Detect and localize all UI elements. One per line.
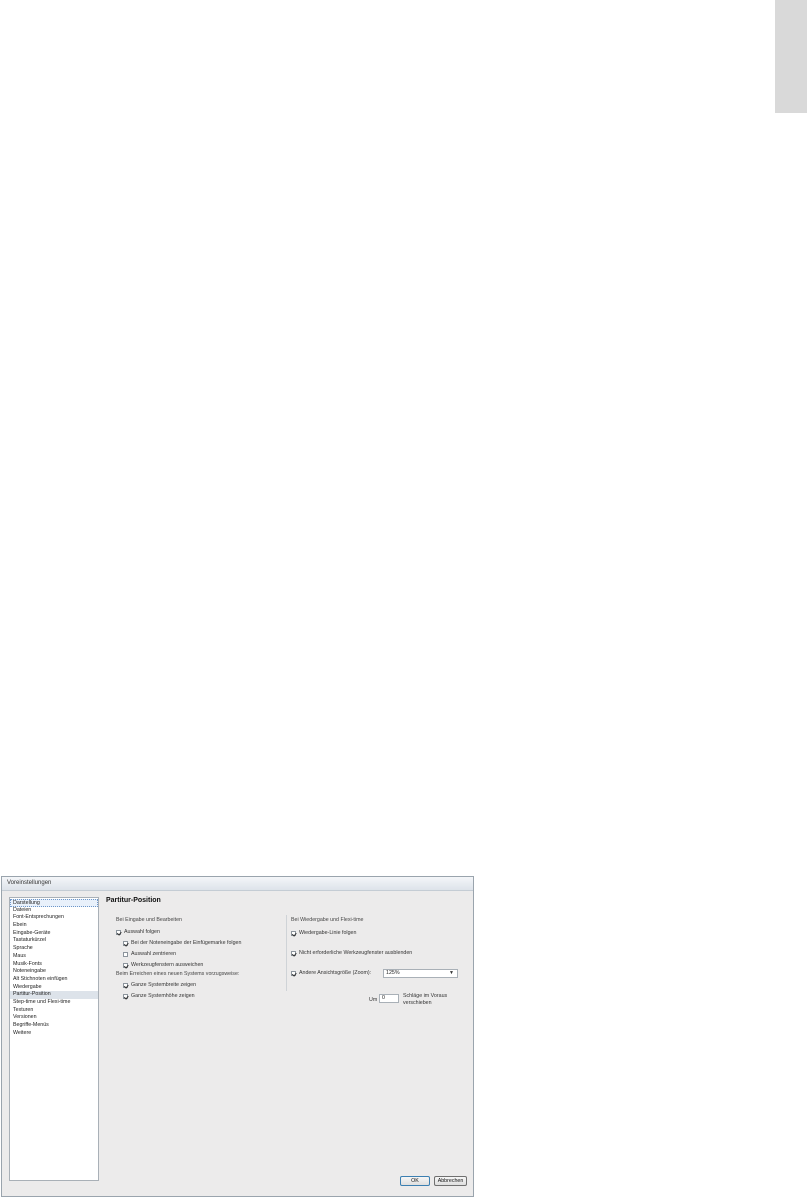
category-item[interactable]: Dateien (10, 907, 98, 915)
follow-selection-option[interactable]: Auswahl folgen (116, 929, 160, 935)
avoid-toolwindows-checkbox[interactable] (123, 962, 128, 968)
category-item[interactable]: Begriffe-Menüs (10, 1022, 98, 1030)
show-system-height-option[interactable]: Ganze Systemhöhe zeigen (123, 993, 195, 999)
chevron-down-icon[interactable]: ▼ (449, 970, 454, 977)
zoom-dropdown[interactable]: 125% ▼ (383, 969, 458, 978)
section-title-editing: Bei Eingabe und Bearbeiten (116, 917, 182, 923)
category-item[interactable]: Partitur-Position (10, 991, 98, 999)
category-item[interactable]: Weitere (10, 1030, 98, 1038)
category-item[interactable]: Tastaturkürzel (10, 937, 98, 945)
follow-caret-checkbox[interactable] (123, 940, 128, 946)
follow-selection-checkbox[interactable] (116, 929, 121, 935)
category-item[interactable]: Sprache (10, 945, 98, 953)
follow-caret-option[interactable]: Bei der Noteneingabe der Einfügemarke fo… (123, 940, 241, 946)
category-list[interactable]: Darstellung Dateien Font-Entsprechungen Ebe… (9, 897, 99, 1181)
follow-caret-label: Bei der Noteneingabe der Einfügemarke fo… (131, 940, 242, 946)
ok-button[interactable]: OK (400, 1176, 430, 1186)
section-divider (286, 915, 287, 991)
follow-selection-label: Auswahl folgen (124, 929, 160, 935)
page-title: Partitur-Position (106, 897, 161, 904)
show-system-width-label: Ganze Systembreite zeigen (131, 982, 197, 988)
hide-toolwindows-option[interactable]: Nicht erforderliche Werkzeugfenster ausb… (291, 950, 412, 956)
change-zoom-label: Andere Ansichtsgröße (Zoom): (299, 970, 372, 976)
category-item[interactable]: Maus (10, 953, 98, 961)
category-item[interactable]: Eingabe-Geräte (10, 930, 98, 938)
category-item[interactable]: Wiedergabe (10, 984, 98, 992)
category-item[interactable]: Noteneingabe (10, 968, 98, 976)
category-item[interactable]: Versionen (10, 1014, 98, 1022)
category-item[interactable]: Step-time und Flexi-time (10, 999, 98, 1007)
beats-input[interactable]: 0 (379, 994, 399, 1003)
change-zoom-checkbox[interactable] (291, 970, 296, 976)
category-item[interactable]: Darstellung (10, 899, 98, 907)
dialog-titlebar: Voreinstellungen (2, 877, 473, 891)
avoid-toolwindows-option[interactable]: Werkzeugfenstern ausweichen (123, 962, 203, 968)
category-item[interactable]: Ebein (10, 922, 98, 930)
show-system-height-label: Ganze Systemhöhe zeigen (131, 993, 195, 999)
um-label: Um (369, 997, 378, 1003)
change-zoom-option[interactable]: Andere Ansichtsgröße (Zoom): (291, 970, 371, 976)
follow-playback-line-label: Wiedergabe-Linie folgen (299, 930, 357, 936)
show-system-width-option[interactable]: Ganze Systembreite zeigen (123, 982, 196, 988)
hide-toolwindows-label: Nicht erforderliche Werkzeugfenster ausb… (299, 950, 413, 956)
center-selection-option[interactable]: Auswahl zentrieren (123, 951, 176, 957)
center-selection-checkbox[interactable] (123, 951, 128, 957)
dialog-title: Voreinstellungen (7, 880, 52, 886)
follow-playback-line-checkbox[interactable] (291, 930, 296, 936)
follow-playback-line-option[interactable]: Wiedergabe-Linie folgen (291, 930, 356, 936)
hide-toolwindows-checkbox[interactable] (291, 950, 296, 956)
cancel-button[interactable]: Abbrechen (434, 1176, 467, 1186)
show-system-height-checkbox[interactable] (123, 993, 128, 999)
avoid-toolwindows-label: Werkzeugfenstern ausweichen (131, 962, 204, 968)
show-system-width-checkbox[interactable] (123, 982, 128, 988)
section-title-new-system: Beim Erreichen eines neuen Systems vorzu… (116, 971, 240, 977)
preferences-dialog: Voreinstellungen Darstellung Dateien Font-… (1, 876, 474, 1197)
zoom-value: 125% (386, 970, 400, 976)
category-item[interactable]: Alt Stichnoten einfügen (10, 976, 98, 984)
category-item[interactable]: Font-Entsprechungen (10, 914, 98, 922)
category-item[interactable]: Texturen (10, 1007, 98, 1015)
center-selection-label: Auswahl zentrieren (131, 951, 177, 957)
category-item[interactable]: Musik-Fonts (10, 961, 98, 969)
section-title-playback: Bei Wiedergabe und Flexi-time (291, 917, 364, 923)
beats-label: Schläge im Voraus verschieben (403, 993, 448, 1006)
page-side-tab (775, 0, 807, 113)
